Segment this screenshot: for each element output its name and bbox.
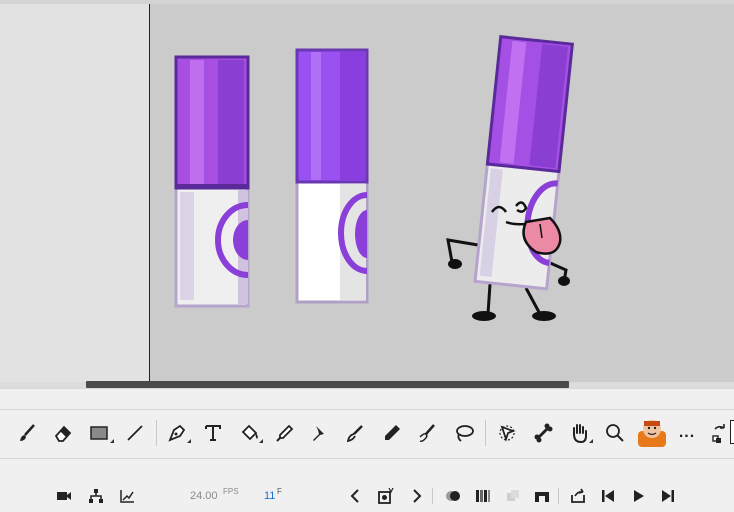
keyframe-icon: [378, 487, 394, 504]
selection-tool[interactable]: [492, 411, 522, 455]
next-keyframe-button[interactable]: [403, 484, 429, 508]
swap-arrows-icon: [712, 424, 725, 443]
onion-skin-button[interactable]: [440, 484, 466, 508]
brush-icon: [20, 424, 35, 441]
bone-icon: [534, 423, 553, 443]
pencil-tool[interactable]: [377, 411, 407, 455]
marker-one[interactable]: [174, 55, 250, 308]
loop-icon: [571, 488, 585, 503]
text-icon: [205, 425, 221, 441]
submenu-indicator: [187, 439, 191, 443]
timeline-separator: [558, 488, 559, 504]
line-icon: [127, 425, 143, 441]
multiple-frames-icon: [476, 490, 490, 502]
hierarchy-icon: [89, 489, 103, 503]
marker-character[interactable]: [446, 35, 575, 321]
eraser-tool[interactable]: [48, 411, 78, 455]
bone-tool[interactable]: [528, 411, 558, 455]
fluid-brush-tool[interactable]: [340, 411, 370, 455]
eyedropper-tool[interactable]: [270, 411, 300, 455]
pin-icon: [313, 426, 324, 441]
swap-colors-button[interactable]: [708, 411, 732, 455]
stage-artwork: [174, 35, 575, 321]
chevron-right-icon: [413, 489, 422, 503]
hand-tool[interactable]: [564, 411, 594, 455]
divider: [0, 458, 734, 459]
frame-unit: F: [277, 487, 282, 496]
divider: [0, 388, 734, 389]
lasso-tool[interactable]: [449, 411, 479, 455]
fluid-brush-icon: [346, 425, 363, 443]
rectangle-icon: [90, 426, 108, 440]
layer-parenting-button[interactable]: [83, 484, 109, 508]
toolbar-separator: [485, 420, 486, 446]
step-back-button[interactable]: [595, 484, 621, 508]
current-frame-value[interactable]: 11: [264, 490, 275, 502]
paint-bucket-tool[interactable]: [235, 411, 265, 455]
pencil-icon: [385, 425, 400, 440]
text-tool[interactable]: [198, 411, 228, 455]
fps-unit: FPS: [223, 487, 239, 496]
camera-button[interactable]: [51, 484, 77, 508]
play-icon: [634, 490, 644, 502]
graph-button[interactable]: [114, 484, 140, 508]
classic-brush-icon: [419, 424, 435, 442]
eraser-icon: [54, 425, 72, 442]
chevron-left-icon: [350, 489, 359, 503]
hand-icon: [573, 424, 587, 444]
lasso-icon: [456, 425, 474, 442]
play-button[interactable]: [625, 484, 651, 508]
pen-tool[interactable]: [162, 411, 192, 455]
frames-disabled-icon: [507, 490, 519, 501]
center-frame-button[interactable]: [529, 484, 555, 508]
rectangle-tool[interactable]: [84, 411, 114, 455]
brush-tool[interactable]: [12, 411, 42, 455]
character-avatar-icon: [638, 420, 666, 447]
classic-brush-tool[interactable]: [413, 411, 443, 455]
selection-icon: [499, 425, 516, 442]
pen-icon: [168, 424, 186, 442]
previous-keyframe-button[interactable]: [343, 484, 369, 508]
marker-two[interactable]: [295, 48, 369, 304]
submenu-indicator: [589, 439, 593, 443]
zoom-icon: [606, 424, 624, 442]
more-tools-button[interactable]: ...: [672, 411, 702, 455]
graph-icon: [120, 490, 134, 503]
step-back-icon: [602, 490, 614, 502]
disabled-frames-button[interactable]: [500, 484, 526, 508]
stage-area[interactable]: [0, 0, 734, 388]
loop-button[interactable]: [565, 484, 591, 508]
submenu-indicator: [110, 439, 114, 443]
step-forward-icon: [662, 490, 674, 502]
insert-keyframe-button[interactable]: [373, 484, 399, 508]
paint-bucket-icon: [241, 424, 258, 441]
horizontal-scrollbar-thumb[interactable]: [86, 381, 569, 388]
step-forward-button[interactable]: [655, 484, 681, 508]
more-label: ...: [678, 424, 696, 441]
submenu-indicator: [259, 439, 263, 443]
onion-skin-icon: [446, 491, 460, 501]
fill-color-swatch[interactable]: [730, 420, 734, 444]
toolbar-separator: [156, 420, 157, 446]
asset-warp-tool[interactable]: [304, 411, 334, 455]
camera-icon: [57, 492, 71, 500]
fps-value[interactable]: 24.00: [190, 490, 218, 502]
timeline-separator: [432, 488, 433, 504]
zoom-tool[interactable]: [600, 411, 630, 455]
eyedropper-icon: [276, 424, 294, 442]
character-tool[interactable]: [634, 411, 670, 455]
edit-multiple-frames-button[interactable]: [470, 484, 496, 508]
center-frame-icon: [535, 492, 549, 502]
line-tool[interactable]: [120, 411, 150, 455]
